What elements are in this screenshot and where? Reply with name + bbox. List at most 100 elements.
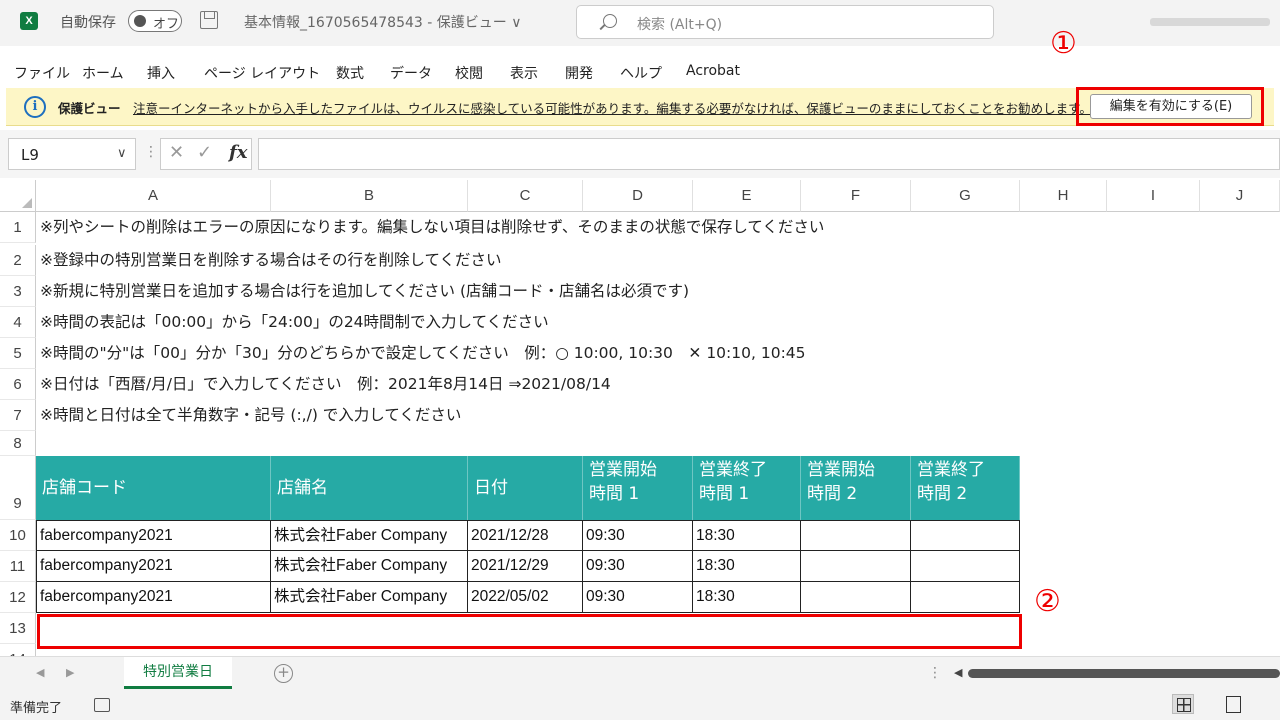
menu-view[interactable]: 表示: [510, 63, 538, 83]
menu-home[interactable]: ホーム: [82, 63, 124, 83]
formula-bar: L9 ∨ ⋮ ✕ ✓ fx: [0, 130, 1280, 178]
row-header-1[interactable]: 1: [0, 212, 36, 243]
table-cell[interactable]: 株式会社Faber Company: [271, 582, 468, 613]
ribbon-menu: ファイル ホーム 挿入 ページ レイアウト 数式 データ 校閲 表示 開発 ヘル…: [0, 54, 1280, 88]
row-header-12[interactable]: 12: [0, 582, 36, 613]
save-icon[interactable]: [200, 11, 218, 29]
row-header-6[interactable]: 6: [0, 369, 36, 400]
row-header-14[interactable]: 14: [0, 644, 36, 656]
table-cell[interactable]: 2021/12/29: [468, 551, 583, 582]
note-cell-A5[interactable]: ※時間の"分"は「00」分か「30」分のどちらかで設定してください 例：○ 10…: [40, 341, 806, 363]
row-header-3[interactable]: 3: [0, 276, 36, 307]
table-header-cell[interactable]: 営業終了 時間 2: [911, 456, 1020, 520]
spreadsheet-grid[interactable]: ABCDEFGHIJ1234567891011121314※列やシートの削除はエ…: [0, 180, 1280, 656]
note-cell-A2[interactable]: ※登録中の特別営業日を削除する場合はその行を削除してください: [40, 248, 502, 270]
prev-sheet-icon[interactable]: ◀: [36, 666, 44, 679]
column-header-D[interactable]: D: [583, 180, 693, 212]
menu-data[interactable]: データ: [390, 63, 432, 83]
name-box[interactable]: L9 ∨: [8, 138, 136, 170]
column-header-C[interactable]: C: [468, 180, 583, 212]
menu-file[interactable]: ファイル: [14, 63, 70, 83]
column-header-G[interactable]: G: [911, 180, 1020, 212]
next-sheet-icon[interactable]: ▶: [66, 666, 74, 679]
table-cell[interactable]: 09:30: [583, 520, 693, 551]
formula-input[interactable]: [258, 138, 1280, 170]
page-layout-view-icon[interactable]: [1222, 694, 1244, 714]
search-box[interactable]: 検索 (Alt+Q): [576, 5, 994, 39]
add-sheet-icon[interactable]: +: [274, 664, 293, 683]
row-header-8[interactable]: 8: [0, 431, 36, 456]
more-options-icon[interactable]: ⋮: [144, 144, 158, 160]
row-header-13[interactable]: 13: [0, 613, 36, 644]
row-header-11[interactable]: 11: [0, 551, 36, 582]
horizontal-scrollbar[interactable]: [968, 669, 1280, 678]
table-cell[interactable]: fabercompany2021: [36, 520, 271, 551]
row-header-2[interactable]: 2: [0, 245, 36, 276]
table-cell[interactable]: 株式会社Faber Company: [271, 520, 468, 551]
menu-review[interactable]: 校閲: [455, 63, 483, 83]
table-cell[interactable]: [801, 520, 911, 551]
row-header-5[interactable]: 5: [0, 338, 36, 369]
column-header-B[interactable]: B: [271, 180, 468, 212]
table-header-cell[interactable]: 営業開始 時間 1: [583, 456, 693, 520]
note-cell-A7[interactable]: ※時間と日付は全て半角数字・記号 (:,/) で入力してください: [40, 403, 461, 425]
table-cell[interactable]: [911, 551, 1020, 582]
menu-help[interactable]: ヘルプ: [620, 63, 662, 83]
document-title[interactable]: 基本情報_1670565478543 - 保護ビュー ∨: [244, 12, 521, 32]
table-cell[interactable]: [911, 520, 1020, 551]
table-cell[interactable]: fabercompany2021: [36, 551, 271, 582]
table-header-cell[interactable]: 日付: [468, 456, 583, 520]
table-cell[interactable]: 株式会社Faber Company: [271, 551, 468, 582]
table-cell[interactable]: 18:30: [693, 582, 801, 613]
row-header-7[interactable]: 7: [0, 400, 36, 431]
protected-view-message[interactable]: 注意ーインターネットから入手したファイルは、ウイルスに感染している可能性がありま…: [133, 98, 1092, 117]
menu-page-layout[interactable]: ページ レイアウト: [204, 63, 320, 83]
menu-insert[interactable]: 挿入: [147, 63, 175, 83]
column-header-E[interactable]: E: [693, 180, 801, 212]
autosave-toggle[interactable]: オフ: [128, 10, 182, 32]
table-cell[interactable]: 09:30: [583, 551, 693, 582]
cancel-icon[interactable]: ✕: [169, 142, 184, 163]
insert-function-icon[interactable]: fx: [229, 142, 247, 163]
account-name-blurred[interactable]: [1150, 18, 1270, 26]
scroll-split-icon[interactable]: ⋮: [928, 665, 942, 681]
table-cell[interactable]: [801, 551, 911, 582]
column-header-A[interactable]: A: [36, 180, 271, 212]
accessibility-icon[interactable]: [94, 698, 110, 712]
note-cell-A1[interactable]: ※列やシートの削除はエラーの原因になります。編集しない項目は削除せず、そのままの…: [40, 215, 824, 237]
note-cell-A3[interactable]: ※新規に特別営業日を追加する場合は行を追加してください (店舗コード・店舗名は必…: [40, 279, 689, 301]
table-cell[interactable]: [801, 582, 911, 613]
search-icon: [603, 14, 617, 28]
table-header-cell[interactable]: 店舗コード: [36, 456, 271, 520]
table-header-cell[interactable]: 店舗名: [271, 456, 468, 520]
select-all-corner[interactable]: [0, 180, 36, 212]
table-cell[interactable]: 18:30: [693, 551, 801, 582]
column-header-F[interactable]: F: [801, 180, 911, 212]
column-header-I[interactable]: I: [1107, 180, 1200, 212]
table-cell[interactable]: 2022/05/02: [468, 582, 583, 613]
check-icon[interactable]: ✓: [197, 142, 212, 163]
normal-view-icon[interactable]: [1172, 694, 1194, 714]
chevron-down-icon[interactable]: ∨: [117, 146, 127, 161]
table-cell[interactable]: 18:30: [693, 520, 801, 551]
menu-acrobat[interactable]: Acrobat: [686, 63, 740, 79]
menu-formulas[interactable]: 数式: [336, 63, 364, 83]
table-cell[interactable]: 09:30: [583, 582, 693, 613]
note-cell-A6[interactable]: ※日付は「西暦/月/日」で入力してください 例：2021年8月14日 ⇒2021…: [40, 372, 611, 394]
annotation-marker-2: ②: [1034, 584, 1061, 619]
search-input[interactable]: 検索 (Alt+Q): [637, 14, 722, 34]
table-header-cell[interactable]: 営業開始 時間 2: [801, 456, 911, 520]
row-header-10[interactable]: 10: [0, 520, 36, 551]
row-header-9[interactable]: 9: [0, 456, 36, 520]
table-header-cell[interactable]: 営業終了 時間 1: [693, 456, 801, 520]
note-cell-A4[interactable]: ※時間の表記は「00:00」から「24:00」の24時間制で入力してください: [40, 310, 549, 332]
column-header-J[interactable]: J: [1200, 180, 1280, 212]
scroll-left-icon[interactable]: ◀: [954, 666, 962, 679]
row-header-4[interactable]: 4: [0, 307, 36, 338]
column-header-H[interactable]: H: [1020, 180, 1107, 212]
table-cell[interactable]: 2021/12/28: [468, 520, 583, 551]
sheet-tab-special-business-days[interactable]: 特別営業日: [124, 657, 232, 689]
table-cell[interactable]: [911, 582, 1020, 613]
table-cell[interactable]: fabercompany2021: [36, 582, 271, 613]
menu-developer[interactable]: 開発: [565, 63, 593, 83]
